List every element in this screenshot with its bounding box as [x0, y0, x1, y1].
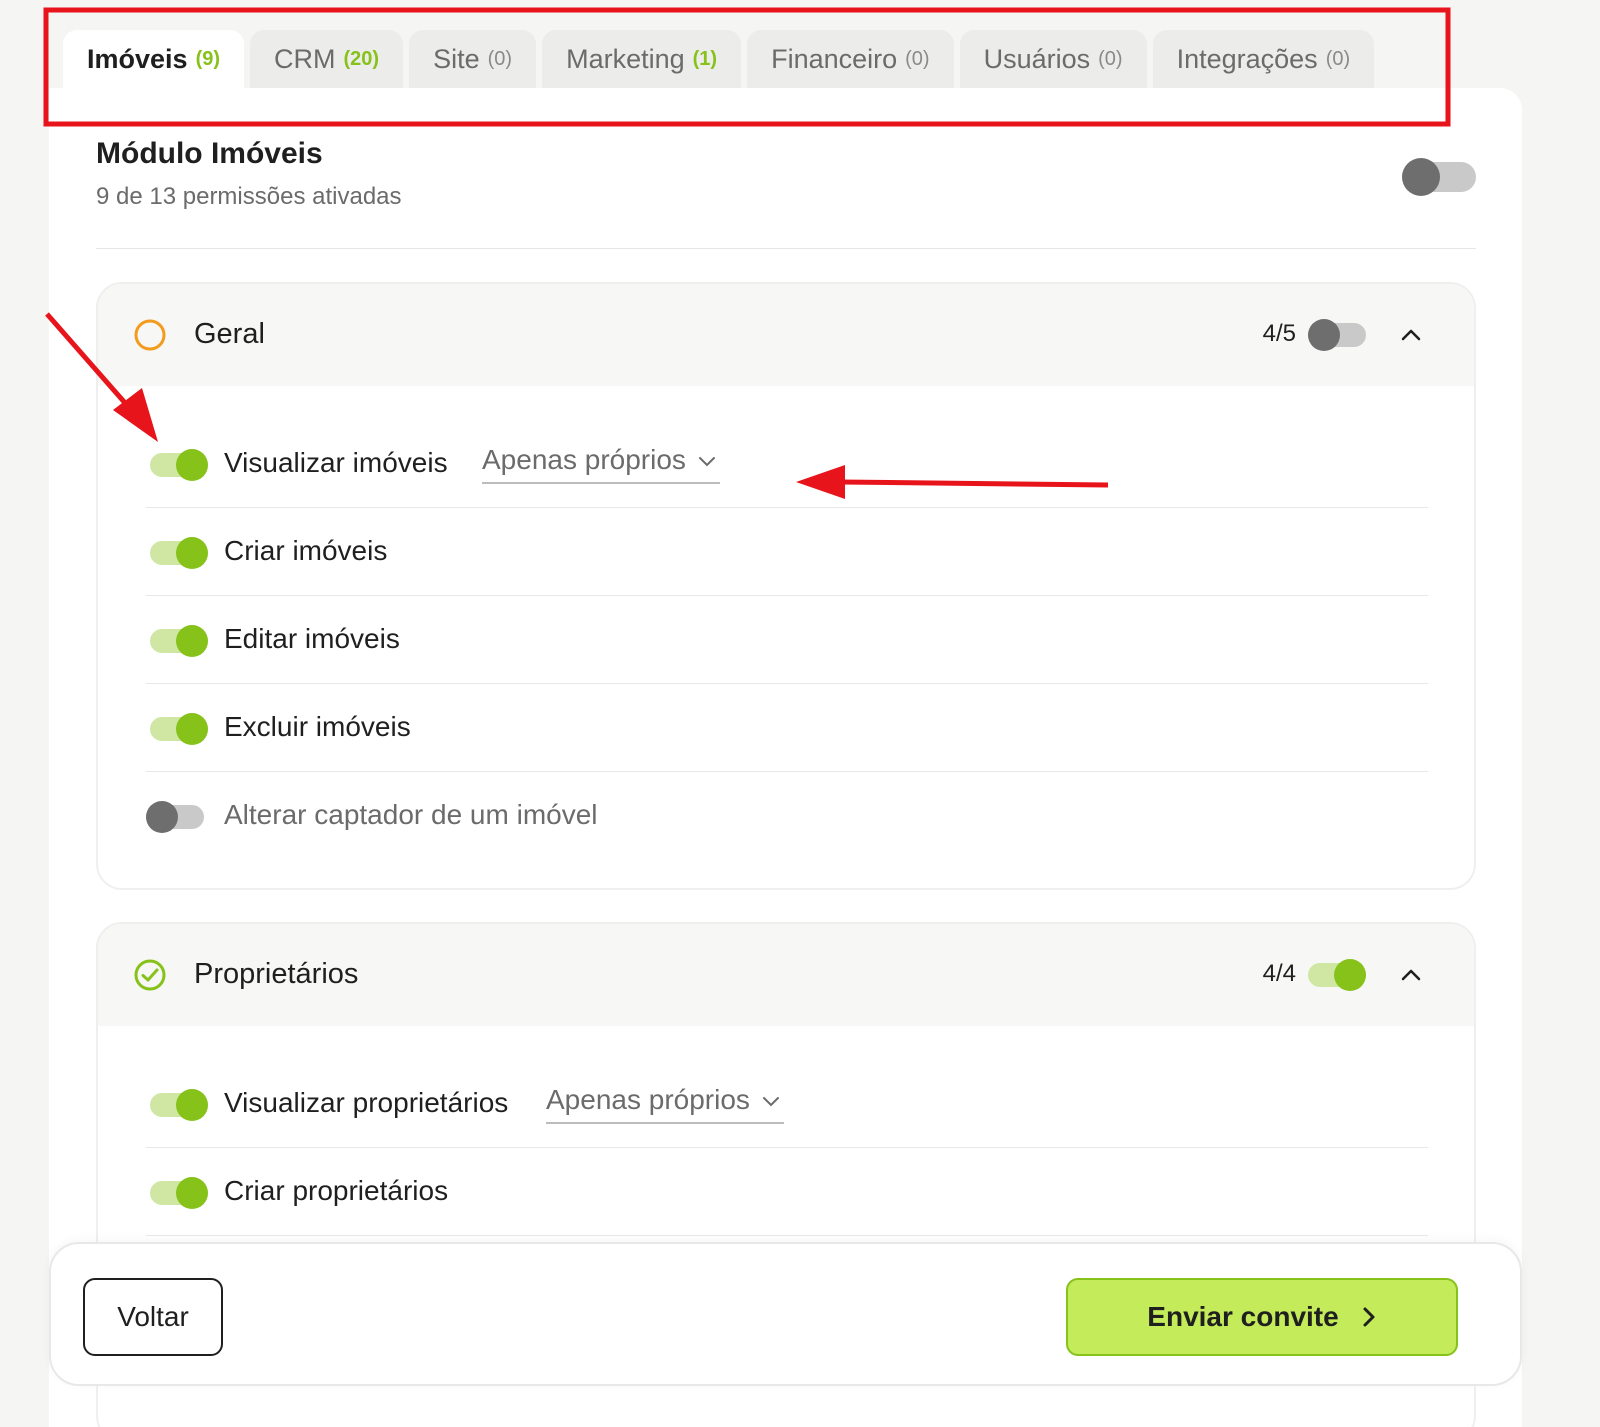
section-count: 4/5: [1262, 320, 1296, 347]
module-title: Módulo Imóveis: [96, 137, 323, 170]
chevron-up-icon[interactable]: [1398, 962, 1424, 988]
section-count: 4/4: [1262, 960, 1296, 987]
tab-usuarios[interactable]: Usuários (0): [959, 30, 1147, 88]
permission-row: Editar imóveis: [146, 596, 1428, 684]
tab-count: (0): [487, 47, 513, 70]
module-tabs: Imóveis (9) CRM (20) Site (0) Marketing …: [63, 30, 1375, 88]
permission-label: Excluir imóveis: [224, 711, 411, 742]
permission-toggle[interactable]: [150, 1177, 208, 1209]
scope-select[interactable]: Apenas próprios: [546, 1084, 784, 1124]
permission-label: Criar proprietários: [224, 1175, 449, 1206]
permission-toggle[interactable]: [150, 625, 208, 657]
scope-select[interactable]: Apenas próprios: [482, 444, 720, 484]
module-header: Módulo Imóveis 9 de 13 permissões ativad…: [96, 137, 402, 211]
chevron-right-icon: [1363, 1307, 1375, 1327]
permission-toggle[interactable]: [150, 713, 208, 745]
tab-integracoes[interactable]: Integrações (0): [1152, 30, 1375, 88]
tab-count: (20): [343, 47, 380, 70]
circle-outline-icon: [134, 319, 166, 351]
scope-value: Apenas próprios: [546, 1084, 750, 1115]
tab-imoveis[interactable]: Imóveis (9): [63, 30, 245, 88]
tab-count: (0): [1098, 47, 1123, 70]
tab-marketing[interactable]: Marketing (1): [542, 30, 742, 88]
send-invite-label: Enviar convite: [1147, 1301, 1339, 1332]
tab-site[interactable]: Site (0): [409, 30, 537, 88]
permission-row: Criar imóveis: [146, 508, 1428, 596]
footer-bar: Voltar Enviar convite: [49, 1242, 1522, 1386]
permission-row: Visualizar proprietários Apenas próprios: [146, 1060, 1428, 1148]
section-geral: Geral 4/5 Visualizar imóveis Apenas próp…: [96, 282, 1476, 890]
chevron-down-icon: [698, 457, 715, 467]
permission-row: Criar proprietários: [146, 1148, 1428, 1236]
permission-label: Visualizar proprietários: [224, 1087, 509, 1118]
permission-toggle[interactable]: [146, 801, 204, 833]
permission-toggle[interactable]: [150, 1089, 208, 1121]
section-title: Geral: [194, 318, 265, 350]
permission-label: Editar imóveis: [224, 623, 400, 654]
permission-label: Visualizar imóveis: [224, 447, 448, 478]
module-toggle[interactable]: [1402, 158, 1476, 196]
tab-financeiro[interactable]: Financeiro (0): [747, 30, 954, 88]
check-circle-icon: [134, 959, 166, 991]
send-invite-button[interactable]: Enviar convite: [1066, 1278, 1458, 1356]
back-button[interactable]: Voltar: [83, 1278, 223, 1356]
module-subtitle: 9 de 13 permissões ativadas: [96, 183, 402, 210]
permission-toggle[interactable]: [150, 537, 208, 569]
section-title: Proprietários: [194, 958, 359, 990]
permission-toggle[interactable]: [150, 449, 208, 481]
chevron-up-icon[interactable]: [1398, 322, 1424, 348]
permission-label: Alterar captador de um imóvel: [224, 799, 598, 830]
tab-count: (9): [195, 47, 221, 70]
divider: [96, 248, 1476, 249]
section-toggle[interactable]: [1308, 959, 1366, 991]
chevron-down-icon: [762, 1097, 779, 1107]
section-toggle[interactable]: [1308, 319, 1366, 351]
tab-count: (0): [1325, 47, 1351, 70]
tab-count: (0): [905, 47, 930, 70]
tab-crm[interactable]: CRM (20): [250, 30, 404, 88]
permission-row: Alterar captador de um imóvel: [146, 772, 1428, 860]
permission-row: Excluir imóveis: [146, 684, 1428, 772]
tab-count: (1): [692, 47, 718, 70]
permission-row: Visualizar imóveis Apenas próprios: [146, 420, 1428, 508]
permission-label: Criar imóveis: [224, 535, 388, 566]
scope-value: Apenas próprios: [482, 444, 686, 475]
